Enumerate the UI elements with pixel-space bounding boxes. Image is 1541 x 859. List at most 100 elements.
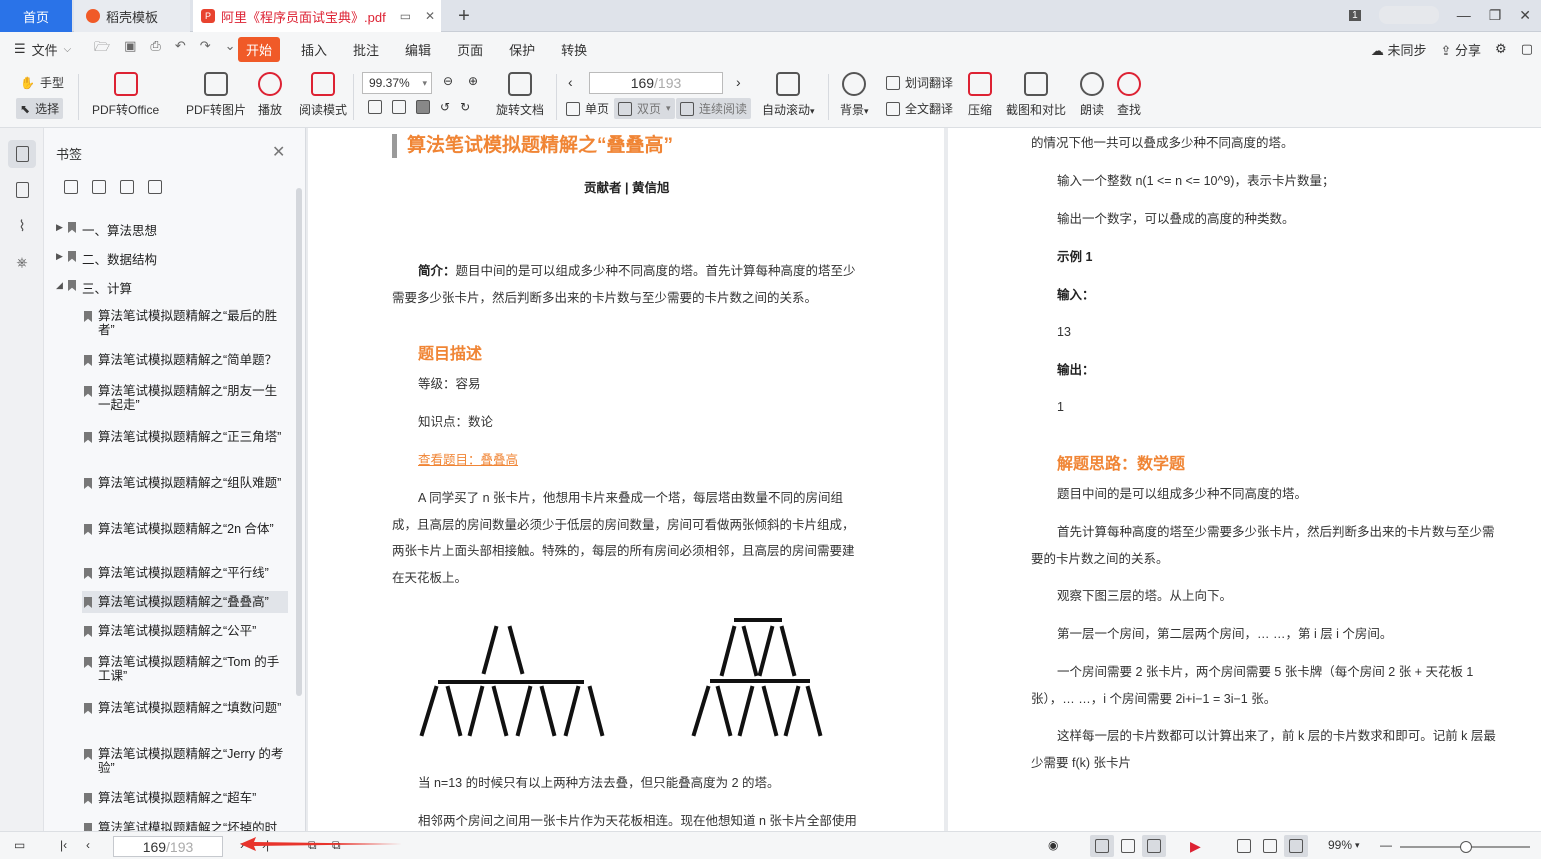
- fit-page-icon[interactable]: [392, 100, 406, 114]
- pdf-to-office-button[interactable]: PDF转Office: [92, 66, 159, 118]
- sidebar-toggle-icon[interactable]: ▭: [14, 838, 25, 852]
- pdf-to-image-button[interactable]: PDF转图片: [186, 66, 246, 118]
- minimize-icon[interactable]: —: [1457, 7, 1471, 23]
- more-icon[interactable]: ⌄: [225, 38, 236, 60]
- bookmark-item[interactable]: 算法笔试模拟题精解之“平行线”: [82, 566, 288, 580]
- close-window-icon[interactable]: ✕: [1519, 7, 1531, 24]
- zoom-slider-knob[interactable]: [1460, 841, 1472, 853]
- document-viewport[interactable]: 算法笔试模拟题精解之“叠叠高” 贡献者 | 黄信旭 简介：题目中间的是可以组成多…: [306, 128, 1541, 831]
- expand-arrow-icon[interactable]: ▶: [56, 251, 66, 262]
- menu-convert[interactable]: 转换: [548, 40, 600, 59]
- fit-width-icon[interactable]: [416, 100, 430, 114]
- rotate-right-icon[interactable]: ↻: [460, 100, 470, 114]
- feedback-icon[interactable]: ▢: [1521, 41, 1533, 57]
- word-translate-button[interactable]: 划词翻译: [886, 74, 953, 91]
- user-avatar[interactable]: [1378, 6, 1439, 24]
- redo-icon[interactable]: ↷: [200, 38, 211, 60]
- bookmark-item[interactable]: 算法笔试模拟题精解之“超车”: [82, 791, 288, 805]
- menu-start[interactable]: 开始: [238, 36, 281, 62]
- zoom-select[interactable]: 99.37% ▾: [362, 72, 432, 94]
- actual-size-icon[interactable]: [368, 100, 382, 114]
- collapse-arrow-icon[interactable]: ◢: [56, 280, 66, 291]
- open-folder-icon[interactable]: 🗁: [94, 38, 110, 60]
- bookmark-item-selected[interactable]: 算法笔试模拟题精解之“叠叠高”: [82, 591, 288, 613]
- rotate-left-icon[interactable]: ↺: [440, 100, 450, 114]
- next-page-icon[interactable]: ›: [736, 74, 741, 90]
- single-view-toggle[interactable]: [1116, 835, 1140, 857]
- tab-template[interactable]: 稻壳模板: [74, 0, 190, 32]
- continuous-reading-button[interactable]: 连续阅读: [676, 98, 752, 119]
- double-view-toggle[interactable]: [1142, 835, 1166, 857]
- reading-mode-button[interactable]: 阅读模式: [299, 66, 347, 118]
- zoom-in-icon[interactable]: ⊕: [468, 74, 478, 88]
- bookmark-item[interactable]: 算法笔试模拟题精解之“公平”: [82, 624, 288, 638]
- expand-all-icon[interactable]: [64, 180, 78, 194]
- sync-button[interactable]: ☁ 未同步: [1371, 40, 1427, 59]
- share-button[interactable]: ⇪ 分享: [1441, 40, 1482, 59]
- bookmark-scrollbar[interactable]: [296, 188, 302, 696]
- maximize-icon[interactable]: ❐: [1489, 7, 1502, 24]
- tab-close-icon[interactable]: ✕: [425, 9, 435, 23]
- bookmark-item[interactable]: ▶ 二、数据结构: [56, 249, 157, 268]
- play-slideshow-icon[interactable]: ▶: [1190, 838, 1201, 855]
- zoom-slider[interactable]: [1400, 841, 1530, 853]
- read-aloud-button[interactable]: 朗读: [1080, 66, 1104, 118]
- bookmark-item[interactable]: 算法笔试模拟题精解之“2n 合体”: [82, 522, 288, 536]
- status-page-input[interactable]: 169/193: [113, 836, 223, 857]
- bookmark-item[interactable]: 算法笔试模拟题精解之“坏掉的时: [82, 821, 288, 831]
- continuous-view-toggle[interactable]: [1090, 835, 1114, 857]
- actual-size-toggle[interactable]: [1232, 835, 1256, 857]
- bookmark-item[interactable]: 算法笔试模拟题精解之“正三角塔”: [82, 430, 288, 444]
- attachment-panel-toggle[interactable]: ⌇: [8, 212, 36, 240]
- compress-button[interactable]: 压缩: [968, 66, 992, 118]
- menu-annotate[interactable]: 批注: [340, 40, 392, 59]
- new-tab-button[interactable]: +: [452, 0, 476, 32]
- first-page-icon[interactable]: |‹: [60, 838, 67, 852]
- fit-page-toggle[interactable]: [1258, 835, 1282, 857]
- expand-arrow-icon[interactable]: ▶: [56, 222, 66, 233]
- zoom-out-icon[interactable]: —: [1380, 838, 1392, 852]
- play-button[interactable]: 播放: [258, 66, 282, 118]
- auto-scroll-button[interactable]: 自动滚动▾: [762, 66, 815, 118]
- panel-close-icon[interactable]: ✕: [272, 142, 285, 162]
- menu-edit[interactable]: 编辑: [392, 40, 444, 59]
- bookmark-item[interactable]: 算法笔试模拟题精解之“朋友一生一起走”: [82, 384, 288, 412]
- prev-page-icon[interactable]: ‹: [86, 838, 90, 852]
- zoom-level-select[interactable]: 99% ▾: [1328, 838, 1360, 852]
- tab-home[interactable]: 首页: [0, 0, 72, 32]
- bookmark-item[interactable]: ▶ 一、算法思想: [56, 220, 157, 239]
- zoom-out-icon[interactable]: ⊖: [443, 74, 453, 88]
- tab-preview-icon[interactable]: ▭: [400, 9, 411, 23]
- bookmark-panel-toggle[interactable]: [8, 140, 36, 168]
- find-button[interactable]: 查找: [1117, 66, 1141, 118]
- full-translate-button[interactable]: 全文翻译: [886, 100, 953, 117]
- problem-link[interactable]: 查看题目：叠叠高: [418, 447, 518, 474]
- bookmark-item[interactable]: 算法笔试模拟题精解之“填数问题”: [82, 701, 288, 715]
- add-bookmark-icon[interactable]: [120, 180, 134, 194]
- prev-page-icon[interactable]: ‹: [568, 74, 573, 90]
- eye-protection-icon[interactable]: ◉: [1048, 838, 1058, 852]
- double-page-button[interactable]: 双页 ▾: [614, 98, 675, 119]
- file-menu[interactable]: ☰ 文件 ⌵: [0, 40, 86, 59]
- settings-icon[interactable]: ⚙: [1495, 41, 1507, 57]
- screenshot-compare-button[interactable]: 截图和对比: [1006, 66, 1066, 118]
- bookmark-item[interactable]: 算法笔试模拟题精解之“组队难题”: [82, 476, 288, 490]
- thumbnail-panel-toggle[interactable]: [8, 176, 36, 204]
- page-number-input[interactable]: 169/193: [589, 72, 723, 94]
- fit-width-toggle[interactable]: [1284, 835, 1308, 857]
- undo-icon[interactable]: ↶: [175, 38, 186, 60]
- hand-tool-button[interactable]: ✋ 手型: [20, 74, 64, 91]
- tab-document[interactable]: P 阿里《程序员面试宝典》.pdf ▭ ✕: [193, 0, 441, 32]
- save-icon[interactable]: ▣: [124, 38, 136, 60]
- select-tool-button[interactable]: ⬉ 选择: [16, 98, 64, 119]
- menu-page[interactable]: 页面: [444, 40, 496, 59]
- rotate-document-button[interactable]: 旋转文档: [496, 66, 544, 118]
- collapse-all-icon[interactable]: [92, 180, 106, 194]
- print-icon[interactable]: ⎙: [150, 38, 160, 60]
- bookmark-item[interactable]: 算法笔试模拟题精解之“简单题？: [82, 353, 288, 367]
- bookmark-item[interactable]: 算法笔试模拟题精解之“Tom 的手工课”: [82, 655, 288, 683]
- remove-bookmark-icon[interactable]: [148, 180, 162, 194]
- menu-protect[interactable]: 保护: [496, 40, 548, 59]
- background-button[interactable]: 背景▾: [840, 66, 869, 118]
- single-page-button[interactable]: 单页: [566, 100, 609, 117]
